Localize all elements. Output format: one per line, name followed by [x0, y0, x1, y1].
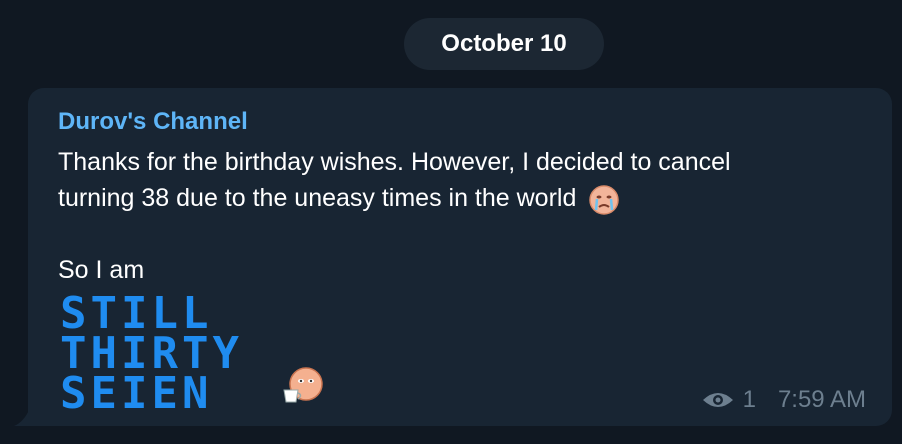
message-line-blank — [58, 216, 858, 252]
view-count: 1 — [742, 386, 756, 413]
message-time: 7:59 AM — [777, 386, 866, 413]
message-bubble[interactable]: Durov's Channel Thanks for the birthday … — [28, 88, 892, 426]
coffee-face-emoji-icon — [283, 367, 323, 403]
eye-icon — [702, 393, 733, 407]
sticker-text: STILL THIRTY SEIEN — [60, 292, 243, 419]
channel-name[interactable]: Durov's Channel — [58, 108, 248, 136]
message-line-3: So I am — [58, 256, 145, 285]
sticker-line-3: SEIEN — [60, 368, 213, 419]
crying-face-emoji-icon — [589, 185, 620, 216]
date-divider: October 10 — [404, 18, 604, 70]
message-line-2-text: turning 38 due to the uneasy times in th… — [58, 184, 577, 212]
message-meta: 1 7:59 AM — [701, 386, 866, 414]
message-line-1: Thanks for the birthday wishes. However,… — [58, 148, 731, 176]
message-line-2: turning 38 due to the uneasy times in th… — [58, 180, 858, 216]
message-text: Thanks for the birthday wishes. However,… — [58, 144, 858, 288]
